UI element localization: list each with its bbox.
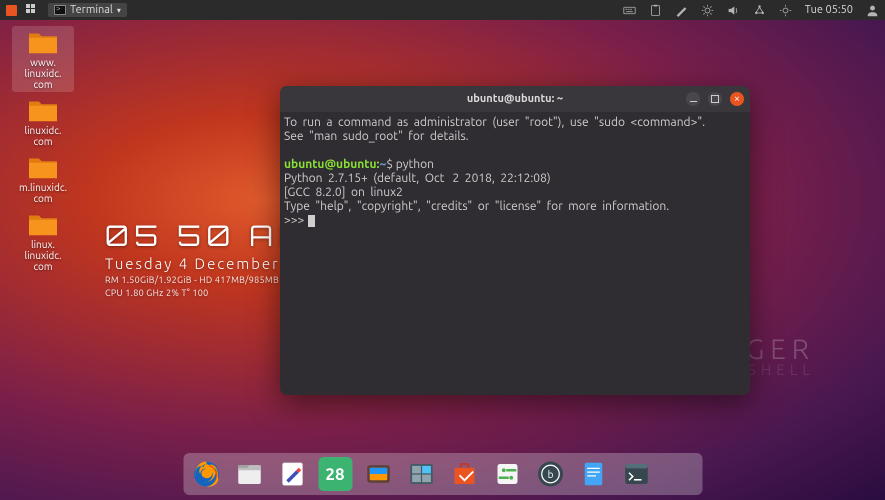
- terminal-command: python: [396, 158, 434, 171]
- minimize-button[interactable]: [686, 92, 700, 106]
- dock-app-b[interactable]: b: [533, 457, 567, 491]
- dock: 28 b: [183, 453, 702, 495]
- desktop-folder[interactable]: www. linuxidc. com: [12, 26, 74, 92]
- maximize-button[interactable]: [708, 92, 722, 106]
- network-icon[interactable]: [753, 4, 766, 17]
- dock-tweaks[interactable]: [490, 457, 524, 491]
- folder-icon: [26, 210, 60, 238]
- active-app-menu[interactable]: Terminal ▾: [48, 3, 127, 17]
- terminal-icon: [54, 5, 66, 15]
- terminal-repl-prompt: >>>: [284, 214, 307, 227]
- dock-files[interactable]: [232, 457, 266, 491]
- dropdown-arrow-icon: ▾: [117, 6, 121, 15]
- top-panel: Terminal ▾ Tue 05:50: [0, 0, 885, 20]
- dock-workspaces[interactable]: [404, 457, 438, 491]
- window-title: ubuntu@ubuntu: ~: [280, 93, 750, 105]
- dock-firefox[interactable]: [189, 457, 223, 491]
- brightness-icon[interactable]: [701, 4, 714, 17]
- dock-software[interactable]: [447, 457, 481, 491]
- weather-icon[interactable]: [779, 4, 792, 17]
- window-controls: [686, 92, 744, 106]
- calendar-day: 28: [325, 465, 344, 484]
- desktop-icons: www. linuxidc. com linuxidc. com m.linux…: [12, 26, 74, 274]
- volume-icon[interactable]: [727, 4, 740, 17]
- terminal-prompt-user: ubuntu@ubuntu: [284, 158, 377, 171]
- terminal-line: See "man sudo_root" for details.: [284, 130, 469, 143]
- dock-media[interactable]: [361, 457, 395, 491]
- svg-text:b: b: [547, 469, 553, 480]
- terminal-window[interactable]: ubuntu@ubuntu: ~ To run a command as adm…: [280, 86, 750, 395]
- desktop-folder[interactable]: m.linuxidc. com: [12, 151, 74, 206]
- dock-calendar[interactable]: 28: [318, 457, 352, 491]
- desktop-folder[interactable]: linuxidc. com: [12, 94, 74, 149]
- cursor-icon: [308, 215, 315, 227]
- applications-icon[interactable]: [26, 4, 39, 17]
- dock-terminal[interactable]: [619, 457, 653, 491]
- dock-text-editor[interactable]: [275, 457, 309, 491]
- folder-label: linuxidc. com: [24, 125, 61, 147]
- folder-label: www. linuxidc. com: [24, 57, 61, 90]
- folder-icon: [26, 28, 60, 56]
- window-titlebar[interactable]: ubuntu@ubuntu: ~: [280, 86, 750, 112]
- close-button[interactable]: [730, 92, 744, 106]
- clipboard-icon[interactable]: [649, 4, 662, 17]
- notes-icon[interactable]: [675, 4, 688, 17]
- folder-label: m.linuxidc. com: [19, 182, 67, 204]
- clock-label[interactable]: Tue 05:50: [805, 4, 853, 16]
- terminal-line: To run a command as administrator (user …: [284, 116, 705, 129]
- terminal-output: Python 2.7.15+ (default, Oct 2 2018, 22:…: [284, 172, 551, 185]
- terminal-output: Type "help", "copyright", "credits" or "…: [284, 200, 669, 213]
- dock-show-apps[interactable]: [662, 457, 696, 491]
- keyboard-icon[interactable]: [623, 4, 636, 17]
- active-app-label: Terminal: [70, 4, 113, 16]
- top-panel-left: Terminal ▾: [6, 3, 127, 17]
- user-icon[interactable]: [866, 4, 879, 17]
- folder-icon: [26, 153, 60, 181]
- desktop-folder[interactable]: linux. linuxidc. com: [12, 208, 74, 274]
- folder-icon: [26, 96, 60, 124]
- activities-icon[interactable]: [6, 5, 17, 16]
- dock-notes[interactable]: [576, 457, 610, 491]
- folder-label: linux. linuxidc. com: [24, 239, 61, 272]
- terminal-output: [GCC 8.2.0] on linux2: [284, 186, 403, 199]
- terminal-content[interactable]: To run a command as administrator (user …: [280, 112, 750, 232]
- top-panel-right: Tue 05:50: [623, 4, 879, 17]
